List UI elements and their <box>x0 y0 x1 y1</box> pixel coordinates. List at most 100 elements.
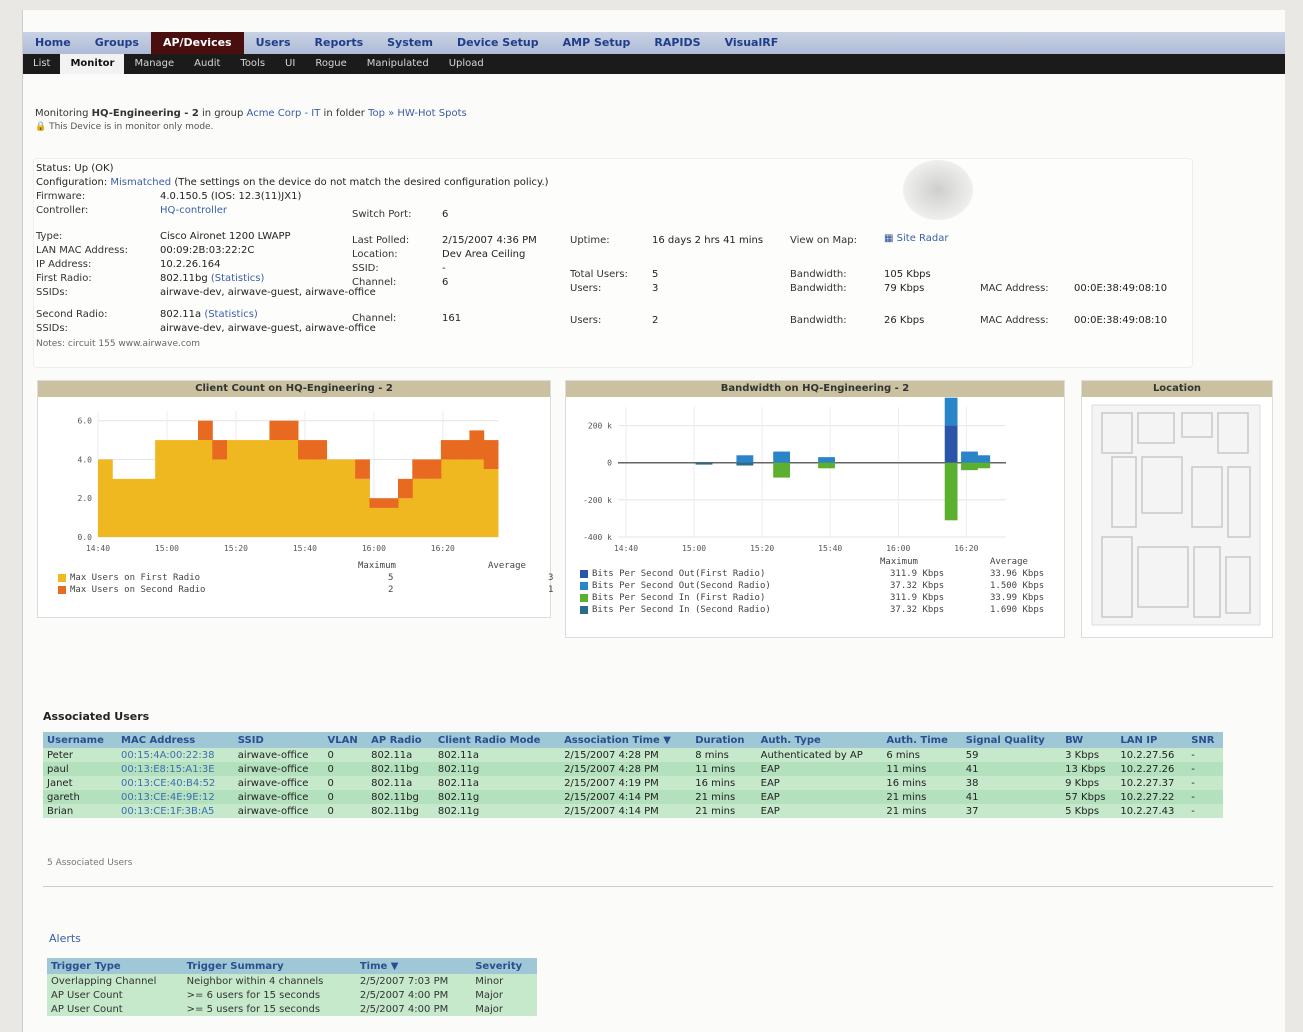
client-bar-max-users-on-second-radio <box>369 498 385 508</box>
subnav-list[interactable]: List <box>23 54 60 74</box>
radio2-statistics-link[interactable]: (Statistics) <box>204 309 258 320</box>
users-col-signal-quality[interactable]: Signal Quality <box>961 732 1062 748</box>
nav-rapids[interactable]: RAPIDS <box>642 32 712 54</box>
associated-users-table: Username MAC Address SSID VLAN AP Radio Clien… <box>43 732 1223 818</box>
users-cell-ssid: airwave-office <box>233 790 324 804</box>
users-col-auth-time[interactable]: Auth. Time <box>882 732 962 748</box>
subnav-upload[interactable]: Upload <box>439 54 494 74</box>
lock-icon: 🔒 <box>35 122 47 132</box>
users-col-auth-type[interactable]: Auth. Type <box>756 732 883 748</box>
users-col-duration[interactable]: Duration <box>691 732 757 748</box>
floor-plan-map[interactable] <box>1082 397 1272 633</box>
nav-visualrf[interactable]: VisualRF <box>713 32 791 54</box>
totalusers-value: 5 <box>652 269 659 280</box>
bw-legend-avg: 1.690 Kbps <box>990 605 1045 615</box>
switchport-value: 6 <box>442 209 449 220</box>
bw-bar-bits-per-second-in-first-radio <box>944 462 950 521</box>
bw-bar-bits-per-second-in-first-radio <box>826 462 831 469</box>
subnav-rogue[interactable]: Rogue <box>305 54 356 74</box>
bandwidth-chart[interactable]: 200 k 0 -200 k -400 k14:40 15:00 15:20 15:40 16… <box>566 397 1064 557</box>
users-col-bw[interactable]: BW <box>1061 732 1117 748</box>
table-row[interactable]: Janet 00:13:CE:40:B4:52 airwave-office 0 802… <box>43 776 1223 790</box>
table-row[interactable]: gareth 00:13:CE:4E:9E:12 airwave-office 0 80… <box>43 790 1223 804</box>
nav-reports[interactable]: Reports <box>303 32 376 54</box>
users-col-ssid[interactable]: SSID <box>233 732 324 748</box>
bw-bar-bits-per-second-in-first-radio <box>977 462 982 469</box>
alerts-link[interactable]: Alerts <box>49 932 81 945</box>
viewmap-link[interactable]: ▦ Site Radar <box>884 233 948 244</box>
bw-bar-bits-per-second-out-second-radio <box>818 457 823 463</box>
subnav-manipulated[interactable]: Manipulated <box>357 54 439 74</box>
subnav-manage[interactable]: Manage <box>124 54 184 74</box>
nav-users[interactable]: Users <box>244 32 303 54</box>
users-col-client-radio-mode[interactable]: Client Radio Mode <box>433 732 561 748</box>
table-row[interactable]: paul 00:13:E8:15:A1:3E airwave-office 0 802.… <box>43 762 1223 776</box>
users-col-lan-ip[interactable]: LAN IP <box>1116 732 1188 748</box>
users-cell-auth-time: 21 mins <box>882 804 962 818</box>
alerts-col-trigger-type[interactable]: Trigger Type <box>47 958 183 974</box>
subnav-ui[interactable]: UI <box>275 54 305 74</box>
bw-legend-row: Bits Per Second In (First Radio) 311.9 Kb… <box>580 593 1050 605</box>
notes-text: Notes: circuit 155 www.airwave.com <box>36 339 201 349</box>
bandwidth-panel: Bandwidth on HQ-Engineering - 2 200 k 0 -2… <box>565 380 1065 638</box>
users-col-association-time[interactable]: Association Time ▼ <box>560 732 692 748</box>
nav-groups[interactable]: Groups <box>83 32 151 54</box>
users-col-snr[interactable]: SNR <box>1187 732 1223 748</box>
client-bar-max-users-on-first-radio <box>155 440 170 537</box>
table-row[interactable]: Peter 00:15:4A:00:22:38 airwave-office 0 802… <box>43 748 1223 762</box>
subnav-audit[interactable]: Audit <box>184 54 230 74</box>
subnav-tools[interactable]: Tools <box>230 54 275 74</box>
client-count-chart[interactable]: 0.0 2.0 4.0 6.0 14:40 15:00 15:20 15:40 16:00 16:… <box>38 397 550 557</box>
table-row[interactable]: Overlapping Channel Neighbor within 4 cha… <box>47 974 537 988</box>
radio1-ssids: airwave-dev, airwave-guest, airwave-offi… <box>160 287 376 298</box>
radio2-value: 802.11a (Statistics) <box>160 309 258 320</box>
users-cell-mac-address[interactable]: 00:13:CE:40:B4:52 <box>117 776 234 790</box>
nav-amp-setup[interactable]: AMP Setup <box>551 32 643 54</box>
radio1-statistics-link[interactable]: (Statistics) <box>211 273 265 284</box>
controller-link[interactable]: HQ-controller <box>160 205 227 216</box>
group-link[interactable]: Acme Corp - IT <box>247 108 321 119</box>
nav-ap-devices[interactable]: AP/Devices <box>150 32 244 54</box>
users-cell-mac-address[interactable]: 00:13:CE:1F:3B:A5 <box>117 804 234 818</box>
uptime-value: 16 days 2 hrs 41 mins <box>652 235 764 246</box>
bw-y-tick: 0 <box>607 459 612 468</box>
users-cell-mac-address[interactable]: 00:13:CE:4E:9E:12 <box>117 790 234 804</box>
table-row[interactable]: Brian 00:13:CE:1F:3B:A5 airwave-office 0 802… <box>43 804 1223 818</box>
table-row[interactable]: AP User Count >= 5 users for 15 seconds 2/… <box>47 1002 537 1016</box>
users-cell-duration: 16 mins <box>691 776 757 790</box>
bw-x-tick: 16:00 <box>886 544 910 553</box>
firmware-value: 4.0.150.5 (IOS: 12.3(11)JX1) <box>160 191 302 202</box>
client-bar-max-users-on-first-radio <box>483 469 499 537</box>
nav-device-setup[interactable]: Device Setup <box>445 32 551 54</box>
bw-x-tick: 14:40 <box>614 544 638 553</box>
monitor-only-note: 🔒 This Device is in monitor only mode. <box>35 122 213 132</box>
users-cell-mac-address[interactable]: 00:13:E8:15:A1:3E <box>117 762 234 776</box>
client-x-tick: 16:20 <box>431 544 455 553</box>
nav-home[interactable]: Home <box>23 32 83 54</box>
client-bar-max-users-on-first-radio <box>140 478 156 537</box>
folder-link[interactable]: Top » HW-Hot Spots <box>368 108 467 119</box>
client-bar-max-users-on-second-radio <box>440 440 456 460</box>
alerts-col-severity[interactable]: Severity <box>471 958 537 974</box>
table-row[interactable]: AP User Count >= 6 users for 15 seconds 2/… <box>47 988 537 1002</box>
bw-legend-maximum-header: Maximum <box>880 557 918 567</box>
bw-bar-bits-per-second-in-first-radio <box>830 462 835 469</box>
users-col-username[interactable]: Username <box>43 732 118 748</box>
users-cell-mac-address[interactable]: 00:15:4A:00:22:38 <box>117 748 234 762</box>
users-cell-association-time: 2/15/2007 4:19 PM <box>560 776 692 790</box>
users-col-vlan[interactable]: VLAN <box>323 732 368 748</box>
alerts-col-time[interactable]: Time ▼ <box>355 958 472 974</box>
client-bar-max-users-on-first-radio <box>112 478 128 537</box>
subnav-monitor[interactable]: Monitor <box>60 54 125 74</box>
client-y-tick: 6.0 <box>78 417 93 426</box>
users-col-ap-radio[interactable]: AP Radio <box>367 732 434 748</box>
device-name: HQ-Engineering - 2 <box>91 108 199 119</box>
bw-x-tick: 15:00 <box>682 544 706 553</box>
alerts-col-trigger-summary[interactable]: Trigger Summary <box>182 958 356 974</box>
users-cell-lan-ip: 10.2.27.22 <box>1116 790 1188 804</box>
config-mismatched-link[interactable]: Mismatched <box>110 177 171 188</box>
nav-system[interactable]: System <box>375 32 445 54</box>
users-col-mac-address[interactable]: MAC Address <box>117 732 234 748</box>
bw-legend-label: Bits Per Second In (First Radio) <box>592 593 766 603</box>
users-cell-auth-type: EAP <box>756 762 883 776</box>
